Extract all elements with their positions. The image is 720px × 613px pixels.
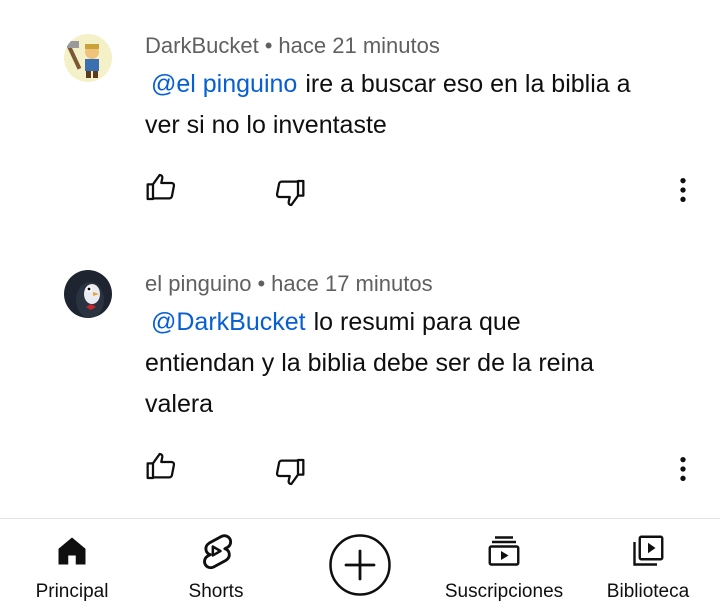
create-button[interactable] xyxy=(322,519,398,613)
thumbs-down-icon xyxy=(275,179,305,207)
more-options-button[interactable] xyxy=(666,173,700,207)
nav-label: Principal xyxy=(35,581,109,602)
author-name[interactable]: el pinguino xyxy=(145,271,251,296)
comment-text-line: ver si no lo inventaste xyxy=(145,111,387,139)
comment-meta: DarkBucket • hace 21 minutos xyxy=(145,33,440,59)
more-options-button[interactable] xyxy=(666,452,700,486)
bottom-nav: Principal Shorts Suscripciones Bibliotec… xyxy=(0,519,720,613)
subscriptions-icon xyxy=(484,531,524,571)
comment-text-line: ire a buscar eso en la biblia a xyxy=(305,70,631,98)
comment-text: @DarkBucket lo resumi para que entiendan … xyxy=(145,302,705,425)
miner-character-icon xyxy=(64,34,112,82)
nav-label: Suscripciones xyxy=(444,581,564,602)
comment-text: @el pinguino ire a buscar eso en la bibli… xyxy=(145,64,705,146)
like-button[interactable] xyxy=(144,170,178,204)
more-vert-icon xyxy=(680,457,686,481)
nav-item-shorts[interactable]: Shorts xyxy=(166,519,266,613)
like-button[interactable] xyxy=(144,449,178,483)
avatar-darkbucket[interactable] xyxy=(64,34,112,82)
comment-time: hace 21 minutos xyxy=(278,33,440,58)
comment-text-line: lo resumi para que xyxy=(313,308,521,336)
comment-text-line: entiendan y la biblia debe ser de la rei… xyxy=(145,349,594,377)
dislike-button[interactable] xyxy=(273,455,307,489)
thumbs-down-icon xyxy=(275,458,305,486)
shorts-icon xyxy=(196,531,236,571)
separator-dot: • xyxy=(257,271,266,296)
mention-link[interactable]: @el pinguino xyxy=(151,70,297,98)
separator-dot: • xyxy=(264,33,273,58)
dislike-button[interactable] xyxy=(273,176,307,210)
nav-label: Biblioteca xyxy=(606,581,690,602)
nav-item-principal[interactable]: Principal xyxy=(22,519,122,613)
comment-time: hace 17 minutos xyxy=(271,271,433,296)
more-vert-icon xyxy=(680,178,686,202)
thumbs-up-icon xyxy=(146,452,176,480)
library-icon xyxy=(628,531,668,571)
penguin-icon xyxy=(64,270,112,318)
comment-text-line: valera xyxy=(145,390,214,418)
author-name[interactable]: DarkBucket xyxy=(145,33,259,58)
mention-link[interactable]: @DarkBucket xyxy=(151,308,306,336)
comment-meta: el pinguino • hace 17 minutos xyxy=(145,271,433,297)
nav-item-suscripciones[interactable]: Suscripciones xyxy=(434,519,574,613)
avatar-el-pinguino[interactable] xyxy=(64,270,112,318)
comment-2: el pinguino • hace 17 minutos @DarkBucket l… xyxy=(0,240,720,510)
create-plus-icon xyxy=(329,534,391,596)
comment-1: DarkBucket • hace 21 minutos @el pinguino i… xyxy=(0,0,720,240)
thumbs-up-icon xyxy=(146,173,176,201)
nav-item-biblioteca[interactable]: Biblioteca xyxy=(598,519,698,613)
nav-label: Shorts xyxy=(188,581,244,602)
home-icon xyxy=(52,531,92,571)
